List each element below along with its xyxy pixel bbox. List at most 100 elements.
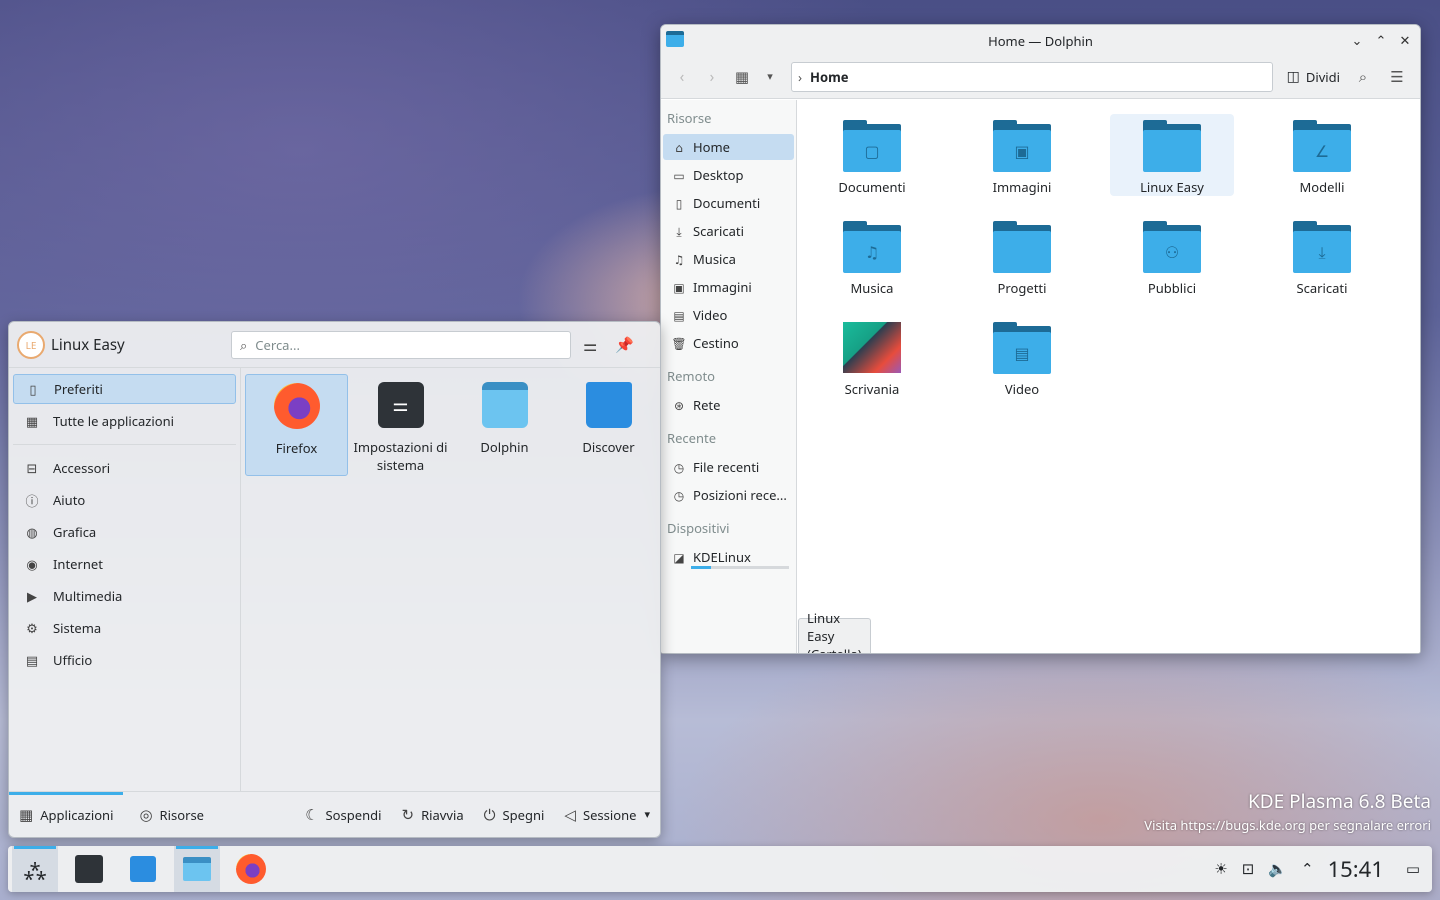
folder-icon xyxy=(993,231,1051,273)
category-favorites[interactable]: ▯ Preferiti xyxy=(13,374,236,404)
avatar[interactable]: LE xyxy=(17,330,45,359)
places-label: File recenti xyxy=(693,458,760,476)
forward-button[interactable]: › xyxy=(697,62,727,92)
power-icon: ⏻ xyxy=(483,804,496,825)
status-text: Linux Easy (Cartella) xyxy=(798,609,871,653)
maximize-button[interactable]: ⌃ xyxy=(1372,31,1390,49)
places-item-trash[interactable]: 🗑 Cestino xyxy=(663,330,794,356)
view-mode-dropdown-icon[interactable]: ▾ xyxy=(757,62,783,92)
footer-label: Riavvia xyxy=(421,805,464,824)
places-item-home[interactable]: ⌂ Home xyxy=(663,134,794,160)
sleep-icon: ☾ xyxy=(305,804,319,825)
task-dolphin[interactable] xyxy=(174,846,220,892)
file-item[interactable]: ⚇ Pubblici xyxy=(1110,215,1234,297)
minimize-button[interactable]: ⌄ xyxy=(1348,31,1366,49)
hamburger-menu-button[interactable]: ☰ xyxy=(1380,62,1414,92)
network-icon[interactable]: ⊡ xyxy=(1242,859,1255,879)
launcher-button[interactable]: ⁂ xyxy=(12,846,58,892)
file-item[interactable]: Linux Easy xyxy=(1110,114,1234,196)
category-label: Grafica xyxy=(53,523,97,541)
places-item-documents[interactable]: ▯ Documenti xyxy=(663,190,794,216)
category-multimedia[interactable]: ▶ Multimedia xyxy=(13,581,236,611)
titlebar[interactable]: Home — Dolphin ⌄ ⌃ ✕ xyxy=(661,25,1420,55)
search-input[interactable]: ⌕ Cerca... xyxy=(231,330,571,359)
footer-label: Spegni xyxy=(502,805,545,824)
clock[interactable]: 15:41 xyxy=(1328,854,1384,884)
file-item[interactable]: ▣ Immagini xyxy=(960,114,1084,196)
brightness-icon[interactable]: ☀ xyxy=(1214,859,1227,879)
task-system-settings[interactable] xyxy=(66,846,112,892)
help-icon: ⓘ xyxy=(25,491,39,510)
volume-icon[interactable]: 🔈 xyxy=(1268,859,1287,879)
chevron-right-icon: › xyxy=(798,67,803,86)
category-help[interactable]: ⓘ Aiuto xyxy=(13,485,236,515)
tab-places[interactable]: ◎ Risorse xyxy=(129,792,214,838)
places-item-recent-places[interactable]: ◷ Posizioni rece... xyxy=(663,482,794,508)
places-item-desktop[interactable]: ▭ Desktop xyxy=(663,162,794,188)
show-desktop-icon[interactable]: ▭ xyxy=(1406,859,1420,879)
file-item[interactable]: ▤ Video xyxy=(960,316,1084,398)
close-button[interactable]: ✕ xyxy=(1396,31,1414,49)
breadcrumb[interactable]: › Home xyxy=(791,61,1273,92)
places-panel: Risorse ⌂ Home ▭ Desktop ▯ Documenti ⤓ Scari… xyxy=(661,100,797,653)
footer-label: Applicazioni xyxy=(40,805,114,824)
breadcrumb-home[interactable]: Home xyxy=(810,68,849,86)
category-graphics[interactable]: ◍ Grafica xyxy=(13,517,236,547)
task-firefox[interactable] xyxy=(228,846,274,892)
restart-button[interactable]: ↻ Riavvia xyxy=(392,792,474,838)
kde-logo-icon: ⁂ xyxy=(23,855,47,883)
office-icon: ▤ xyxy=(25,651,39,669)
file-view[interactable]: ▢ Documenti ▣ Immagini Linux Easy ∠ Modelli… xyxy=(798,100,1420,653)
toolbar: ‹ › ▦ ▾ › Home ◫ Dividi ⌕ ☰ xyxy=(661,55,1420,99)
sleep-button[interactable]: ☾ Sospendi xyxy=(295,792,391,838)
places-label: Musica xyxy=(693,250,736,268)
places-item-music[interactable]: ♫ Musica xyxy=(663,246,794,272)
places-item-network[interactable]: ⊛ Rete xyxy=(663,392,794,418)
file-item[interactable]: ⤓ Scaricati xyxy=(1260,215,1384,297)
category-label: Preferiti xyxy=(54,380,103,398)
file-item[interactable]: ∠ Modelli xyxy=(1260,114,1384,196)
view-mode-button[interactable]: ▦ xyxy=(727,62,757,92)
app-firefox[interactable]: Firefox xyxy=(245,374,348,476)
app-label: Impostazioni di sistema xyxy=(353,438,448,474)
split-button[interactable]: ◫ Dividi xyxy=(1281,62,1346,92)
category-internet[interactable]: ◉ Internet xyxy=(13,549,236,579)
app-system-settings[interactable]: ⚌ Impostazioni di sistema xyxy=(349,374,452,476)
category-accessories[interactable]: ⊟ Accessori xyxy=(13,453,236,483)
file-item[interactable]: Scrivania xyxy=(810,316,934,398)
file-item[interactable]: Progetti xyxy=(960,215,1084,297)
pin-icon[interactable]: 📌 xyxy=(615,335,634,355)
launcher-footer: ▦ Applicazioni ◎ Risorse ☾ Sospendi ↻ Riavvi… xyxy=(9,791,660,837)
places-item-videos[interactable]: ▤ Video xyxy=(663,302,794,328)
file-item[interactable]: ♫ Musica xyxy=(810,215,934,297)
category-all-apps[interactable]: ▦ Tutte le applicazioni xyxy=(13,406,236,436)
system-tray: ☀ ⊡ 🔈 ⌃ 15:41 ▭ xyxy=(1214,846,1420,892)
task-discover[interactable] xyxy=(120,846,166,892)
footer-label: Sessione xyxy=(582,805,637,824)
shutdown-button[interactable]: ⏻ Spegni xyxy=(474,792,555,838)
graphics-icon: ◍ xyxy=(26,523,38,541)
back-button[interactable]: ‹ xyxy=(667,62,697,92)
tab-applications[interactable]: ▦ Applicazioni xyxy=(9,791,124,835)
chevron-up-icon[interactable]: ⌃ xyxy=(1301,859,1314,879)
file-label: Immagini xyxy=(992,178,1052,196)
session-button[interactable]: ◁ Sessione ▾ xyxy=(554,792,660,838)
places-item-pictures[interactable]: ▣ Immagini xyxy=(663,274,794,300)
video-icon: ▤ xyxy=(673,306,685,324)
file-item[interactable]: ▢ Documenti xyxy=(810,114,934,196)
file-label: Documenti xyxy=(838,178,906,196)
dolphin-icon xyxy=(481,382,528,428)
app-dolphin[interactable]: Dolphin xyxy=(453,374,556,476)
app-discover[interactable]: Discover xyxy=(557,374,660,476)
people-icon: ⚇ xyxy=(1143,231,1201,273)
search-button[interactable]: ⌕ xyxy=(1346,62,1380,92)
category-system[interactable]: ⚙ Sistema xyxy=(13,613,236,643)
places-label: Documenti xyxy=(693,194,761,212)
category-office[interactable]: ▤ Ufficio xyxy=(13,645,236,675)
places-label: Posizioni rece... xyxy=(693,486,787,504)
places-item-recent-files[interactable]: ◷ File recenti xyxy=(663,454,794,480)
places-item-kdelinux[interactable]: ◪ KDELinux xyxy=(663,544,794,570)
places-item-downloads[interactable]: ⤓ Scaricati xyxy=(663,218,794,244)
settings-sliders-icon[interactable]: ⚌ xyxy=(583,334,597,356)
divider xyxy=(13,444,236,445)
